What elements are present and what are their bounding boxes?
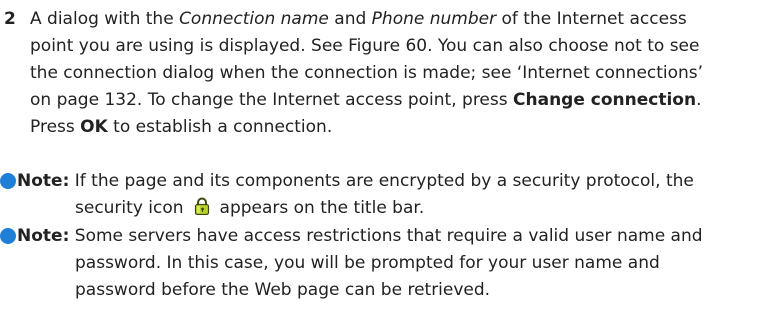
note-label: Note:	[17, 226, 70, 246]
note-line-2a: security icon	[75, 198, 184, 218]
note-bullet-icon	[0, 228, 16, 244]
note-line-1: Some servers have access restrictions th…	[69, 226, 703, 246]
step-line-5b: to establish a connection.	[107, 117, 333, 137]
step-line-4a: on page 132. To change the Internet acce…	[30, 90, 514, 110]
step-line-1a: A dialog with the	[30, 9, 180, 29]
step-line-1c: of the Internet access	[496, 9, 687, 29]
note-label: Note:	[17, 171, 70, 191]
note-line-2: password. In this case, you will be prom…	[75, 253, 660, 273]
step-line-1b: and	[328, 9, 372, 29]
note-body: Note: Some servers have access restricti…	[17, 223, 737, 304]
lock-icon	[194, 197, 210, 215]
note-line-2b: appears on the title bar.	[219, 198, 425, 218]
step-text: A dialog with the Connection name and Ph…	[30, 6, 758, 141]
step-line-5a: Press	[30, 117, 81, 137]
note-line-3: password before the Web page can be retr…	[75, 280, 491, 300]
change-connection-term: Change connection	[513, 90, 697, 110]
ok-term: OK	[80, 117, 108, 137]
note-body: Note: If the page and its components are…	[17, 168, 737, 222]
note-continuation: security icon appears on the title bar.	[17, 195, 737, 222]
phone-number-term: Phone number	[371, 9, 497, 29]
step-line-3: the connection dialog when the connectio…	[30, 63, 704, 83]
note-bullet-icon	[0, 173, 16, 189]
step-number: 2	[4, 9, 16, 29]
connection-name-term: Connection name	[179, 9, 329, 29]
step-line-2: point you are using is displayed. See Fi…	[30, 36, 700, 56]
note-line-1: If the page and its components are encry…	[69, 171, 694, 191]
step-line-4b: .	[696, 90, 702, 110]
